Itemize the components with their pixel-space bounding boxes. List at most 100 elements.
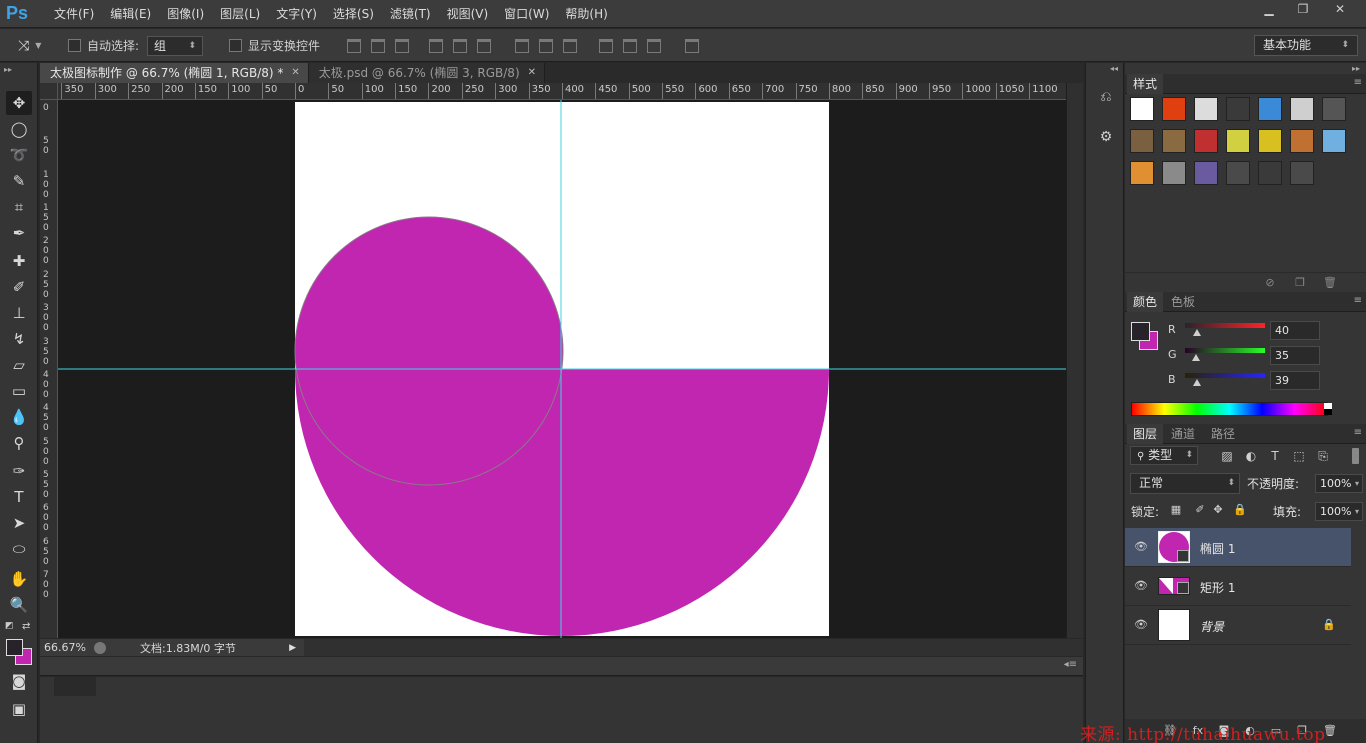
default-colors-icon[interactable]: ◩: [5, 621, 14, 631]
red-slider-thumb[interactable]: [1193, 329, 1201, 336]
align-hcenter-icon[interactable]: [453, 38, 467, 53]
eye-icon[interactable]: 👁: [1134, 579, 1148, 592]
document-tab[interactable]: 太极.psd @ 66.7% (椭圆 3, RGB/8) ✕: [308, 63, 546, 83]
color-spectrum-bar[interactable]: [1131, 402, 1328, 416]
move-tool-icon[interactable]: ✥: [6, 91, 32, 115]
menu-item[interactable]: 窗口(W): [496, 0, 557, 28]
green-slider[interactable]: [1185, 348, 1265, 353]
auto-select-dropdown[interactable]: 组 ⬍: [147, 35, 204, 56]
align-left-icon[interactable]: [429, 38, 443, 53]
minimize-icon[interactable]: ▁: [1252, 0, 1286, 20]
green-value[interactable]: 35: [1270, 346, 1320, 365]
opacity-input[interactable]: 100% ▾: [1315, 474, 1363, 493]
marquee-tool-icon[interactable]: ◯: [6, 117, 32, 141]
menu-item[interactable]: 滤镜(T): [382, 0, 439, 28]
quick-select-tool-icon[interactable]: ✎: [6, 169, 32, 193]
screen-mode-icon[interactable]: ▣: [6, 697, 32, 721]
tab-swatches[interactable]: 色板: [1165, 292, 1201, 312]
blue-slider-thumb[interactable]: [1193, 379, 1201, 386]
panel-menu-icon[interactable]: ≡: [1354, 295, 1362, 306]
document-tab[interactable]: 太极图标制作 @ 66.7% (椭圆 1, RGB/8) * ✕: [40, 63, 309, 83]
tab-styles[interactable]: 样式: [1127, 74, 1164, 94]
style-swatch[interactable]: [1258, 129, 1282, 153]
menu-item[interactable]: 帮助(H): [557, 0, 615, 28]
red-value[interactable]: 40: [1270, 321, 1320, 340]
canvas-area[interactable]: [58, 100, 1066, 638]
timeline-tab[interactable]: [54, 677, 96, 696]
ellipse-tool-icon[interactable]: ⬭: [6, 537, 32, 561]
close-icon[interactable]: ✕: [1320, 0, 1360, 20]
menu-item[interactable]: 文字(Y): [268, 0, 325, 28]
style-swatch[interactable]: [1226, 161, 1250, 185]
tab-layers[interactable]: 图层: [1127, 424, 1164, 444]
distribute-top-icon[interactable]: [515, 38, 529, 53]
style-swatch[interactable]: [1322, 97, 1346, 121]
eye-icon[interactable]: 👁: [1134, 540, 1148, 553]
style-swatch[interactable]: [1130, 129, 1154, 153]
filter-type-icon[interactable]: T: [1268, 449, 1282, 463]
distribute-hcenter-icon[interactable]: [623, 38, 637, 53]
lock-pixels-icon[interactable]: ✐: [1193, 503, 1207, 517]
align-top-icon[interactable]: [347, 38, 361, 53]
style-swatch[interactable]: [1226, 129, 1250, 153]
layer-row-ellipse-1[interactable]: 👁 椭圆 1: [1125, 528, 1351, 567]
blur-tool-icon[interactable]: 💧: [6, 405, 32, 429]
layer-row-rectangle-1[interactable]: 👁 矩形 1: [1125, 567, 1351, 606]
brush-tool-icon[interactable]: ✐: [6, 275, 32, 299]
layer-name[interactable]: 椭圆 1: [1200, 540, 1235, 557]
lock-transparent-icon[interactable]: ▦: [1169, 503, 1183, 517]
dodge-tool-icon[interactable]: ⚲: [6, 431, 32, 455]
layer-name[interactable]: 矩形 1: [1200, 579, 1235, 596]
panels-collapse-icon[interactable]: ▸▸: [1352, 64, 1360, 73]
info-icon[interactable]: [94, 641, 106, 654]
lock-all-icon[interactable]: 🔒: [1233, 503, 1247, 517]
document-canvas[interactable]: [58, 100, 1066, 638]
style-swatch[interactable]: [1194, 129, 1218, 153]
black-white-swatch[interactable]: [1324, 403, 1332, 415]
panel-menu-icon[interactable]: ≡: [1354, 427, 1362, 438]
vertical-ruler[interactable]: 0 50 100 150 200 250 300 350 400 450 500 550 600 650 7…: [40, 100, 58, 638]
panel-menu-icon[interactable]: ≡: [1354, 77, 1362, 88]
path-select-tool-icon[interactable]: ➤: [6, 511, 32, 535]
toolbar-collapse-icon[interactable]: ▸▸: [4, 65, 12, 74]
color-foreground-swatch[interactable]: [1131, 322, 1150, 341]
new-style-icon[interactable]: ❐: [1293, 276, 1307, 290]
history-panel-icon[interactable]: ⎌: [1096, 87, 1116, 107]
menu-item[interactable]: 选择(S): [325, 0, 382, 28]
chevron-down-icon[interactable]: ▾: [1355, 503, 1359, 520]
tab-channels[interactable]: 通道: [1165, 424, 1201, 444]
style-swatch[interactable]: [1322, 129, 1346, 153]
menu-item[interactable]: 视图(V): [439, 0, 497, 28]
green-slider-thumb[interactable]: [1192, 354, 1200, 361]
filter-smart-object-icon[interactable]: ⎘: [1316, 449, 1330, 463]
style-swatch[interactable]: [1162, 129, 1186, 153]
chevron-down-icon[interactable]: ▾: [1355, 475, 1359, 492]
menu-item[interactable]: 图层(L): [212, 0, 268, 28]
clear-style-icon[interactable]: ⊘: [1263, 276, 1277, 290]
style-swatch[interactable]: [1194, 97, 1218, 121]
distribute-left-icon[interactable]: [599, 38, 613, 53]
auto-select-checkbox[interactable]: [68, 39, 81, 52]
zoom-level[interactable]: 66.67%: [40, 641, 88, 654]
horizontal-scrollbar[interactable]: [304, 639, 1083, 656]
style-swatch[interactable]: [1194, 161, 1218, 185]
healing-brush-tool-icon[interactable]: ✚: [6, 249, 32, 273]
filter-shape-icon[interactable]: ⬚: [1292, 449, 1306, 463]
delete-style-icon[interactable]: 🗑: [1323, 276, 1337, 290]
dock-collapse-icon[interactable]: ◂◂: [1110, 64, 1118, 73]
swap-colors-icon[interactable]: ⇄: [22, 621, 30, 632]
status-menu-arrow-icon[interactable]: ▶: [289, 643, 296, 653]
style-swatch[interactable]: [1258, 97, 1282, 121]
style-swatch[interactable]: [1290, 97, 1314, 121]
workspace-dropdown[interactable]: 基本功能 ⬍: [1254, 35, 1358, 56]
style-swatch[interactable]: [1162, 97, 1186, 121]
close-tab-icon[interactable]: ✕: [528, 63, 536, 83]
pen-tool-icon[interactable]: ✑: [6, 459, 32, 483]
menu-item[interactable]: 编辑(E): [102, 0, 159, 28]
align-vcenter-icon[interactable]: [371, 38, 385, 53]
style-swatch[interactable]: [1258, 161, 1282, 185]
lasso-tool-icon[interactable]: ➰: [6, 143, 32, 167]
quick-mask-icon[interactable]: ◙: [6, 669, 32, 693]
restore-icon[interactable]: ❐: [1286, 0, 1320, 20]
vertical-scrollbar[interactable]: [1066, 83, 1083, 638]
